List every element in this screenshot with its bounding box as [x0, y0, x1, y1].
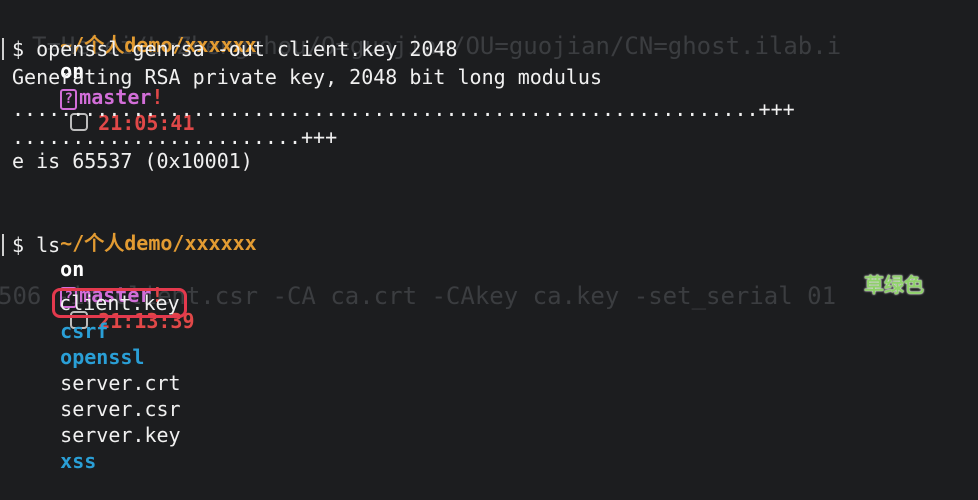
output-line-2: ........................................…	[12, 97, 795, 121]
dir-openssl[interactable]: openssl	[60, 344, 192, 370]
command-line-1: $ openssl genrsa -out client.key 2048	[12, 37, 458, 61]
prompt-cwd: ~/个人demo/xxxxxx	[60, 231, 257, 255]
command-line-2: $ ls	[12, 233, 61, 257]
left-edge-marker-2	[2, 234, 12, 256]
annotation-caption: 草绿色	[864, 273, 924, 297]
file-server-key[interactable]: server.key	[60, 423, 180, 447]
file-client-key[interactable]: client.key	[52, 288, 187, 318]
file-server-csr[interactable]: server.csr	[60, 397, 180, 421]
file-server-crt[interactable]: server.crt	[60, 371, 180, 395]
left-edge-marker-1	[2, 38, 12, 60]
output-line-1: Generating RSA private key, 2048 bit lon…	[12, 65, 603, 89]
prompt-line-1: ~/个人demo/xxxxxx on ? master! 21:05:41	[12, 6, 257, 135]
dir-csrf[interactable]: csrf	[60, 318, 190, 344]
prompt-line-2: ~/个人demo/xxxxxx on ? master! 21:13:39	[12, 204, 257, 333]
dir-xss[interactable]: xss	[60, 449, 96, 473]
ls-output: client.key csrf openssl server.crt serve…	[12, 262, 192, 473]
output-line-3: ........................+++	[12, 125, 338, 149]
output-line-4: e is 65537 (0x10001)	[12, 149, 253, 173]
